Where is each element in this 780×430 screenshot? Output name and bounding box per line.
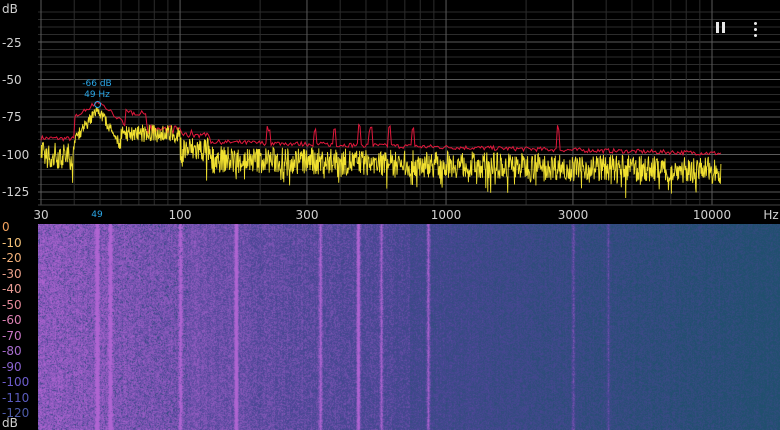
pause-button[interactable] bbox=[711, 19, 731, 39]
scale-label: 0 bbox=[2, 220, 10, 234]
scale-unit-label: dB bbox=[2, 416, 18, 430]
spectrogram-canvas bbox=[38, 224, 780, 430]
scale-label: -50 bbox=[2, 297, 22, 312]
more-options-button[interactable] bbox=[746, 19, 766, 39]
scale-label: -110 bbox=[2, 390, 30, 405]
scale-label: -40 bbox=[2, 282, 22, 296]
y-unit-label: dB bbox=[2, 2, 18, 16]
x-tick-label: 300 bbox=[295, 208, 319, 222]
scale-label: -30 bbox=[2, 266, 22, 281]
x-tick-label: 100 bbox=[168, 208, 192, 222]
scale-label: -10 bbox=[2, 235, 22, 250]
spectrum-analyzer-app: dB -25 -50 -75 -100 -125 30 100 300 1000… bbox=[0, 0, 780, 430]
peak-hz-label: 49 Hz bbox=[84, 90, 110, 100]
y-tick-label: -25 bbox=[2, 36, 22, 50]
scale-label: -100 bbox=[2, 375, 30, 389]
x-tick-label: 3000 bbox=[557, 208, 589, 222]
peak-db-label: -66 dB bbox=[82, 79, 112, 89]
y-tick-label: -75 bbox=[2, 110, 22, 124]
x-unit-label: Hz bbox=[763, 208, 779, 222]
spectrum-plot: dB -25 -50 -75 -100 -125 30 100 300 1000… bbox=[0, 0, 780, 224]
y-tick-label: -100 bbox=[2, 148, 30, 162]
spectrogram: 0 -10 -20 -30 -40 -50 -60 -70 -80 -90 -100 -110 -120… bbox=[0, 220, 780, 430]
x-tick-label: 30 bbox=[33, 208, 49, 222]
scale-label: -70 bbox=[2, 328, 22, 343]
spectrum-svg bbox=[38, 0, 780, 206]
y-tick-label: -50 bbox=[2, 73, 22, 87]
x-tick-label: 10000 bbox=[692, 208, 732, 222]
scale-label: -60 bbox=[2, 313, 22, 327]
y-tick-label: -125 bbox=[2, 185, 30, 199]
x-tick-label: 1000 bbox=[430, 208, 462, 222]
peak-frequency-marker: 49 bbox=[91, 210, 103, 220]
scale-label: -90 bbox=[2, 359, 22, 374]
scale-label: -80 bbox=[2, 344, 22, 358]
scale-label: -20 bbox=[2, 251, 22, 265]
